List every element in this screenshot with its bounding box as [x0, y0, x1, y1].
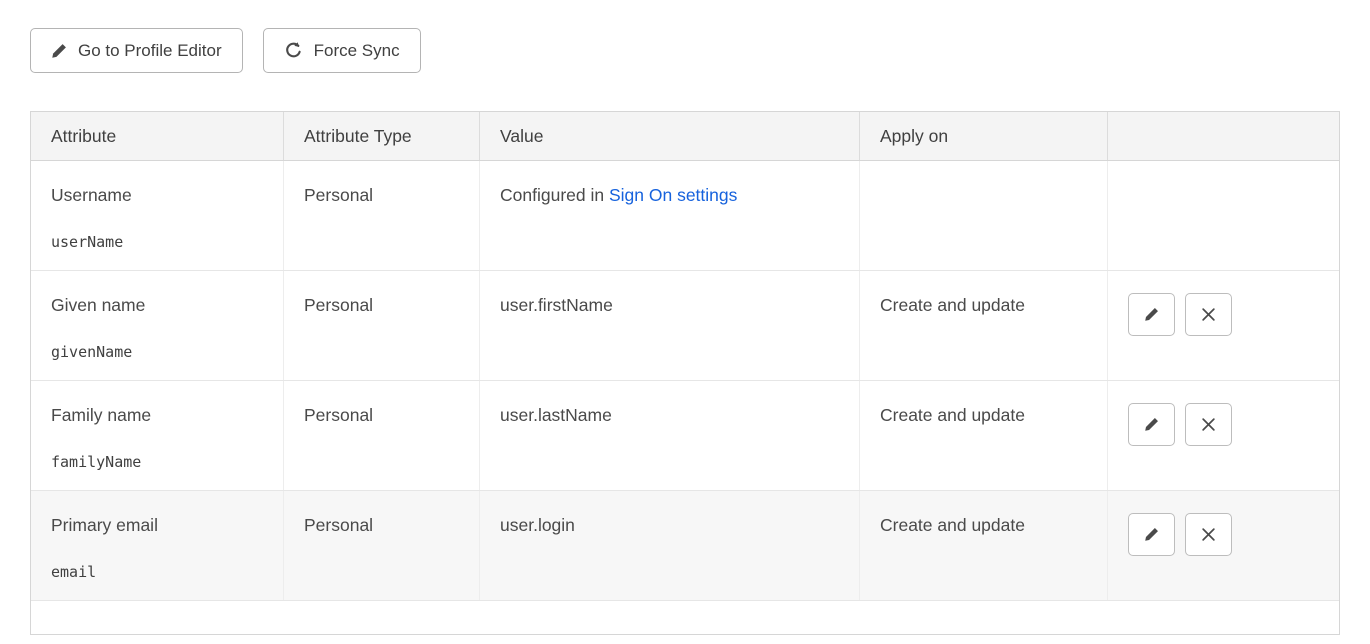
force-sync-button[interactable]: Force Sync: [263, 28, 421, 73]
table-row-family-name: Family name familyName Personal user.las…: [31, 381, 1339, 491]
go-to-profile-editor-button[interactable]: Go to Profile Editor: [30, 28, 243, 73]
attribute-label: Family name: [51, 405, 263, 426]
table-row-username: Username userName Personal Configured in…: [31, 161, 1339, 271]
apply-on-cell: [859, 161, 1107, 270]
attribute-type-cell: Personal: [283, 161, 479, 270]
attribute-label: Primary email: [51, 515, 263, 536]
delete-attribute-button[interactable]: [1185, 293, 1232, 336]
header-actions: [1107, 112, 1339, 160]
attribute-cell: Primary email email: [31, 491, 283, 600]
header-value: Value: [479, 112, 859, 160]
empty-row: [31, 601, 1339, 634]
delete-attribute-button[interactable]: [1185, 513, 1232, 556]
pencil-icon: [1144, 527, 1159, 542]
value-cell: user.login: [479, 491, 859, 600]
close-icon: [1201, 527, 1216, 542]
actions-cell: [1107, 381, 1339, 490]
attribute-cell: Given name givenName: [31, 271, 283, 380]
close-icon: [1201, 307, 1216, 322]
actions-cell: [1107, 161, 1339, 270]
attribute-label: Username: [51, 185, 263, 206]
value-cell: user.firstName: [479, 271, 859, 380]
attribute-mappings-table: Attribute Attribute Type Value Apply on …: [30, 111, 1340, 635]
close-icon: [1201, 417, 1216, 432]
actions-cell: [1107, 491, 1339, 600]
attribute-mappings-page: Go to Profile Editor Force Sync Attribut…: [0, 0, 1370, 635]
toolbar: Go to Profile Editor Force Sync: [30, 28, 1340, 73]
pencil-icon: [51, 43, 67, 59]
value-cell: user.lastName: [479, 381, 859, 490]
attribute-variable-name: email: [51, 563, 263, 581]
apply-on-cell: Create and update: [859, 271, 1107, 380]
table-row-primary-email: Primary email email Personal user.login …: [31, 491, 1339, 601]
value-text: Configured in: [500, 185, 609, 205]
attribute-type-cell: Personal: [283, 491, 479, 600]
attribute-type-cell: Personal: [283, 381, 479, 490]
table-header-row: Attribute Attribute Type Value Apply on: [31, 112, 1339, 161]
header-apply-on: Apply on: [859, 112, 1107, 160]
attribute-cell: Username userName: [31, 161, 283, 270]
attribute-type-cell: Personal: [283, 271, 479, 380]
header-attribute-type: Attribute Type: [283, 112, 479, 160]
attribute-cell: Family name familyName: [31, 381, 283, 490]
header-attribute: Attribute: [31, 112, 283, 160]
pencil-icon: [1144, 307, 1159, 322]
edit-attribute-button[interactable]: [1128, 293, 1175, 336]
go-to-profile-editor-label: Go to Profile Editor: [78, 41, 222, 61]
attribute-variable-name: familyName: [51, 453, 263, 471]
refresh-icon: [284, 41, 303, 60]
value-cell: Configured in Sign On settings: [479, 161, 859, 270]
edit-attribute-button[interactable]: [1128, 513, 1175, 556]
actions-cell: [1107, 271, 1339, 380]
apply-on-cell: Create and update: [859, 381, 1107, 490]
pencil-icon: [1144, 417, 1159, 432]
table-row-given-name: Given name givenName Personal user.first…: [31, 271, 1339, 381]
attribute-label: Given name: [51, 295, 263, 316]
attribute-variable-name: givenName: [51, 343, 263, 361]
force-sync-label: Force Sync: [314, 41, 400, 61]
delete-attribute-button[interactable]: [1185, 403, 1232, 446]
apply-on-cell: Create and update: [859, 491, 1107, 600]
sign-on-settings-link[interactable]: Sign On settings: [609, 185, 737, 205]
attribute-variable-name: userName: [51, 233, 263, 251]
edit-attribute-button[interactable]: [1128, 403, 1175, 446]
